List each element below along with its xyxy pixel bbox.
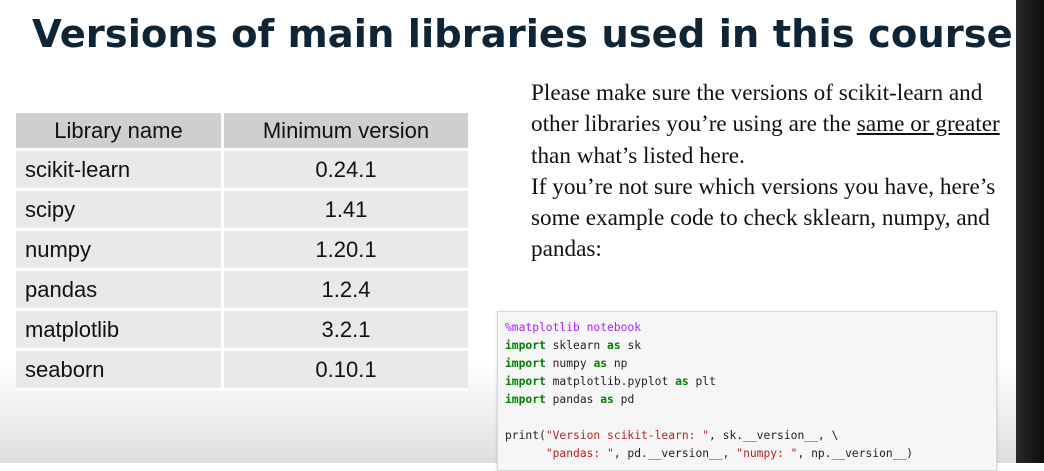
dark-side-border	[1016, 0, 1044, 463]
code-alias: plt	[695, 375, 716, 388]
code-keyword: import	[505, 339, 546, 352]
table-row: pandas 1.2.4	[16, 271, 468, 311]
library-name-cell: seaborn	[16, 351, 224, 391]
table-header-row: Library name Minimum version	[16, 113, 468, 151]
code-alias: pd	[620, 393, 635, 406]
code-keyword: as	[675, 375, 689, 388]
minimum-version-cell: 0.10.1	[224, 351, 468, 391]
library-versions-table: Library name Minimum version scikit-lear…	[16, 113, 468, 391]
library-name-cell: scipy	[16, 191, 224, 231]
code-keyword: as	[600, 393, 614, 406]
library-name-cell: scikit-learn	[16, 151, 224, 191]
library-name-cell: numpy	[16, 231, 224, 271]
same-or-greater-underlined: same or greater	[856, 111, 1000, 138]
code-keyword: import	[505, 357, 546, 370]
minimum-version-cell: 1.41	[224, 191, 468, 231]
instructions-paragraph-1: Please make sure the versions of scikit-…	[531, 78, 1001, 172]
header-library-name: Library name	[16, 113, 224, 151]
library-name-cell: matplotlib	[16, 311, 224, 351]
code-module: matplotlib.pyplot	[552, 375, 669, 388]
minimum-version-cell: 3.2.1	[224, 311, 468, 351]
instructions-paragraph-2: If you’re not sure which versions you ha…	[531, 173, 996, 263]
code-string: "numpy: "	[736, 447, 798, 460]
table-row: scipy 1.41	[16, 191, 468, 231]
minimum-version-cell: 1.2.4	[224, 271, 468, 311]
code-expression: , sk.__version__, \	[709, 429, 839, 442]
code-alias: np	[613, 357, 628, 370]
code-string: "Version scikit-learn: "	[545, 429, 710, 442]
table-row: matplotlib 3.2.1	[16, 311, 468, 351]
slide-title: Versions of main libraries used in this …	[32, 12, 1013, 57]
code-magic-command: %matplotlib notebook	[505, 321, 642, 334]
library-name-cell: pandas	[16, 271, 224, 311]
code-module: sklearn	[552, 339, 601, 352]
code-keyword: import	[505, 375, 546, 388]
code-alias: sk	[627, 339, 642, 352]
code-snippet-box: %matplotlib notebook import sklearn as s…	[497, 311, 997, 471]
code-expression: , np.__version__)	[797, 447, 914, 460]
code-snippet: %matplotlib notebook import sklearn as s…	[505, 319, 913, 463]
minimum-version-cell: 1.20.1	[224, 231, 468, 271]
instructions-text: Please make sure the versions of scikit-…	[531, 78, 1001, 266]
table-row: numpy 1.20.1	[16, 231, 468, 271]
table-row: seaborn 0.10.1	[16, 351, 468, 391]
code-print-call: print(	[505, 429, 546, 442]
code-module: pandas	[552, 393, 594, 406]
code-keyword: as	[593, 357, 608, 370]
header-minimum-version: Minimum version	[224, 113, 468, 151]
code-string: "pandas: "	[545, 447, 614, 460]
slide: Versions of main libraries used in this …	[0, 0, 1016, 471]
code-module: numpy	[552, 357, 587, 370]
table-row: scikit-learn 0.24.1	[16, 151, 468, 191]
code-expression: , pd.__version__,	[613, 447, 737, 460]
code-keyword: import	[505, 393, 546, 406]
code-keyword: as	[607, 339, 621, 352]
instructions-text-part: than what’s listed here.	[531, 142, 745, 169]
minimum-version-cell: 0.24.1	[224, 151, 468, 191]
